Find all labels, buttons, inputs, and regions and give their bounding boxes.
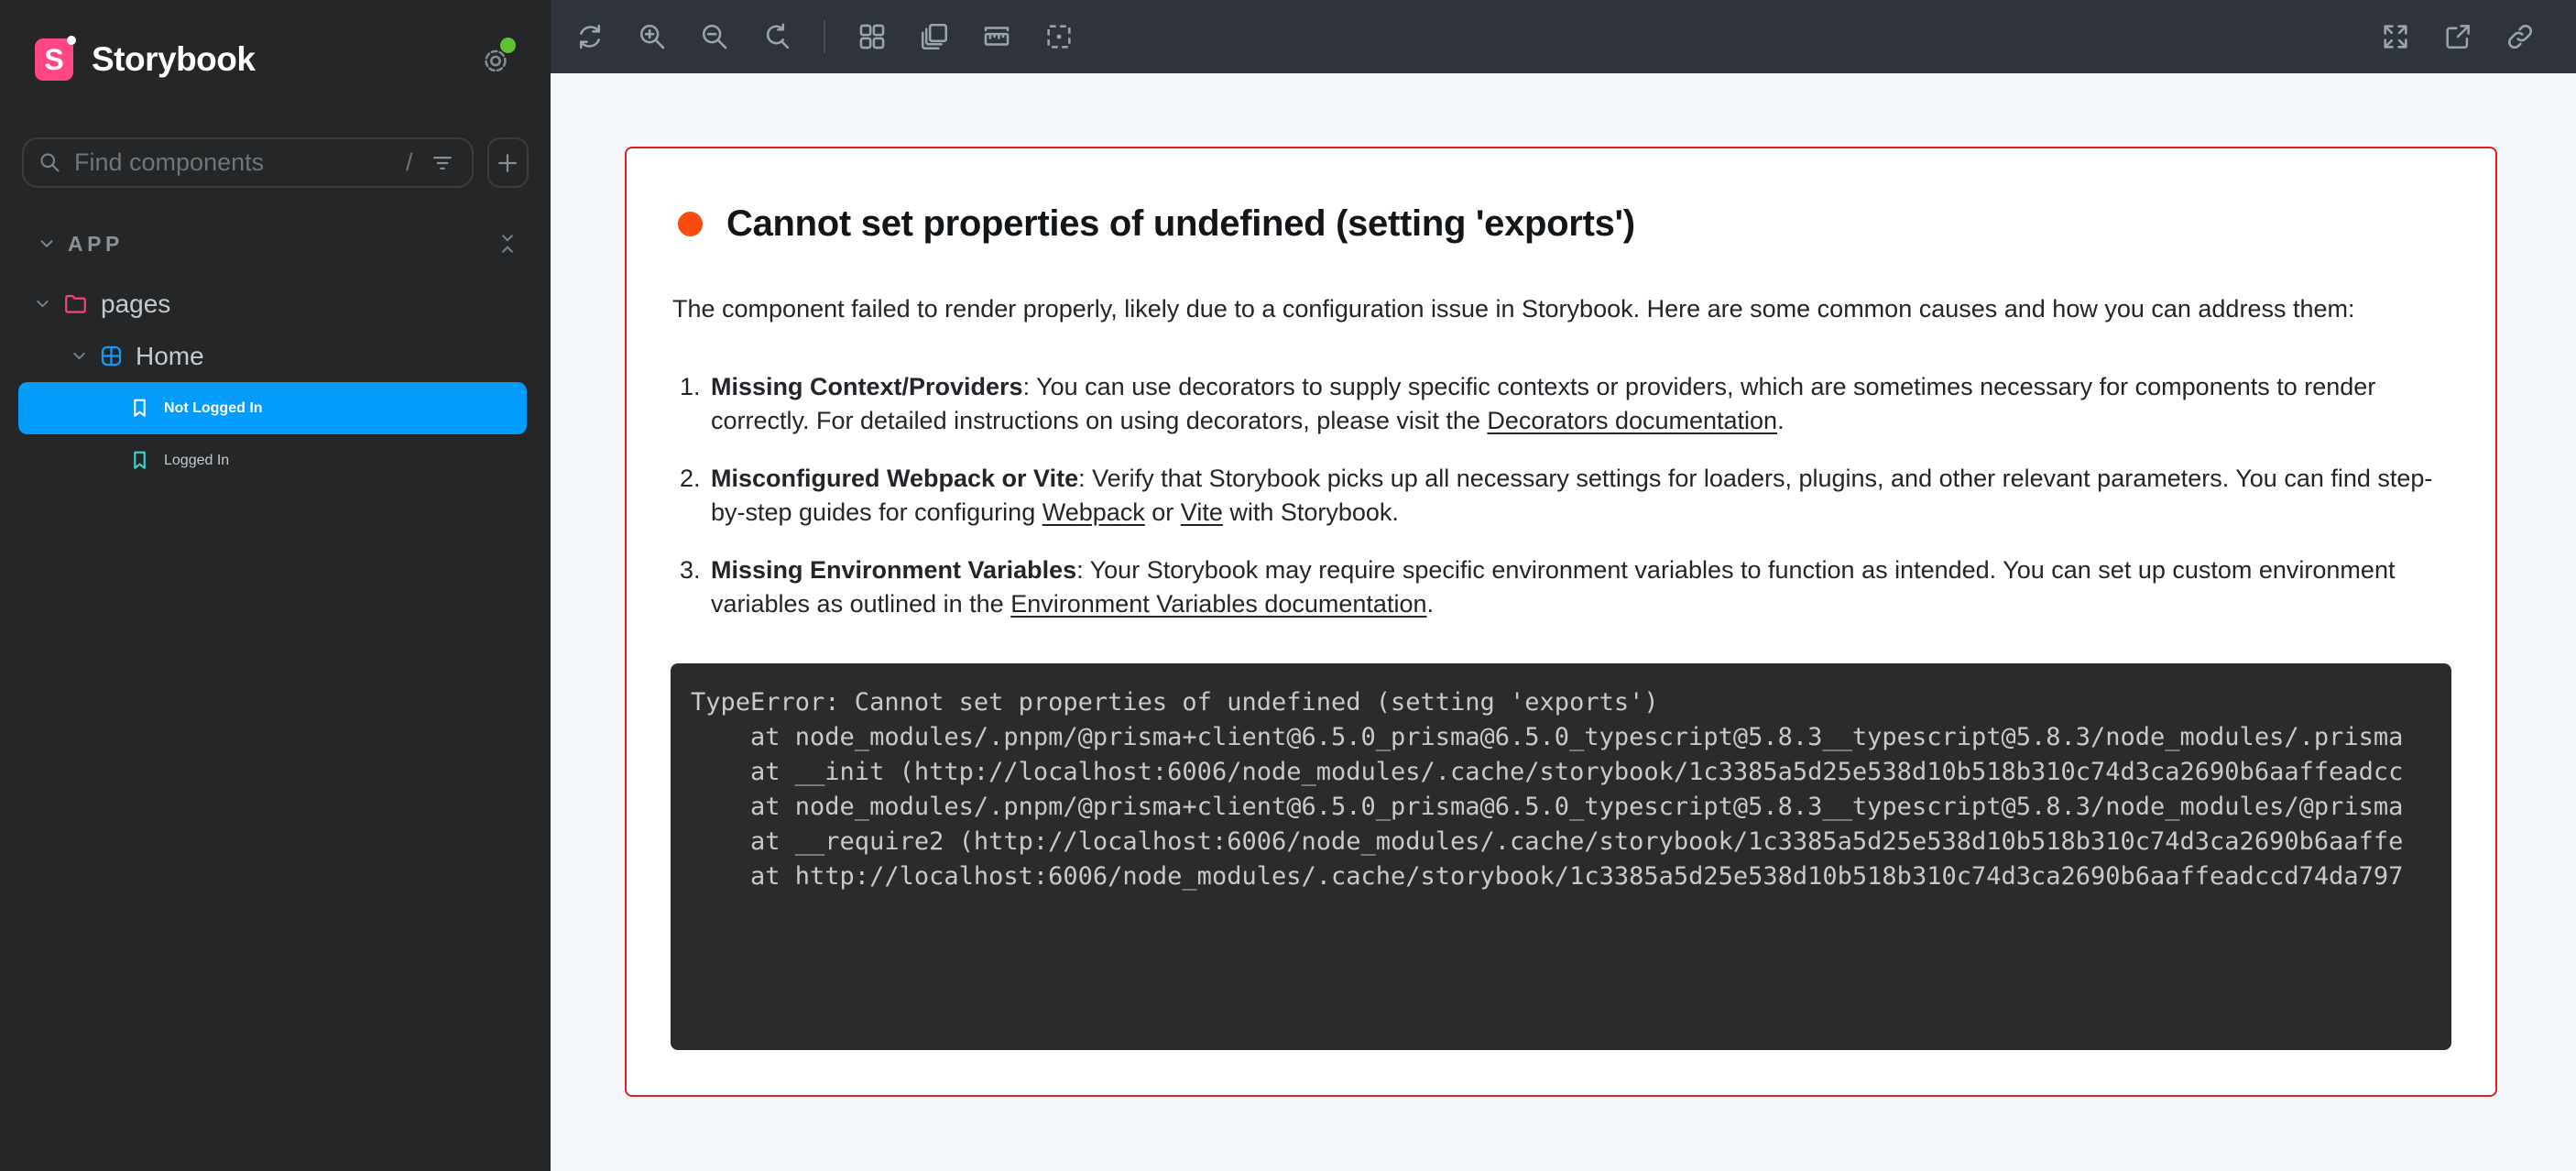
toolbar-left-group — [574, 20, 1075, 53]
collapse-all-icon[interactable] — [496, 230, 519, 257]
chevron-down-icon — [33, 294, 52, 313]
stack-trace: TypeError: Cannot set properties of unde… — [671, 663, 2451, 1050]
doc-link[interactable]: Webpack — [1042, 498, 1145, 526]
cause-item: Missing Environment Variables: Your Stor… — [707, 553, 2451, 621]
chevron-down-icon — [70, 346, 89, 366]
open-new-tab-button[interactable] — [2442, 21, 2473, 52]
bookmark-icon — [128, 449, 151, 472]
open-new-tab-icon — [2442, 21, 2473, 52]
outline-icon — [1043, 21, 1075, 52]
chevron-down-icon — [37, 234, 57, 254]
storybook-logo[interactable]: S Storybook — [35, 38, 255, 81]
measure-button[interactable] — [981, 21, 1012, 52]
tree-item-home[interactable]: Home — [0, 330, 551, 382]
error-intro: The component failed to render properly,… — [672, 292, 2451, 326]
search-icon — [38, 150, 62, 175]
tree-item-label: Home — [136, 342, 204, 371]
cause-lead: Missing Environment Variables — [711, 556, 1076, 584]
causes-list: Missing Context/Providers: You can use d… — [671, 370, 2451, 621]
error-title: Cannot set properties of undefined (sett… — [726, 203, 1635, 245]
doc-link[interactable]: Vite — [1181, 498, 1223, 526]
cause-lead: Missing Context/Providers — [711, 373, 1023, 400]
section-label: APP — [68, 232, 496, 257]
tree-item-logged-in[interactable]: Logged In — [18, 434, 527, 487]
folder-icon — [62, 290, 89, 317]
viewport-button[interactable] — [919, 21, 950, 52]
settings-button[interactable] — [477, 41, 514, 78]
copy-link-icon — [2505, 21, 2536, 52]
toolbar-right-group — [2380, 21, 2536, 52]
copy-link-button[interactable] — [2505, 21, 2536, 52]
remount-icon — [574, 21, 606, 52]
sidebar-header: S Storybook — [0, 0, 551, 81]
viewport-icon — [919, 21, 950, 52]
tree-item-not-logged-in[interactable]: Not Logged In — [18, 382, 527, 434]
update-notification-dot — [500, 38, 516, 53]
backgrounds-button[interactable] — [857, 21, 888, 52]
tree-item-label: Not Logged In — [164, 400, 263, 417]
measure-icon — [981, 21, 1012, 52]
tree-item-label: pages — [101, 290, 170, 319]
fullscreen-button[interactable] — [2380, 21, 2411, 52]
zoom-reset-button[interactable] — [761, 21, 792, 52]
brand-name: Storybook — [92, 40, 255, 79]
component-icon — [99, 344, 124, 368]
section-header-app[interactable]: APP — [37, 230, 519, 257]
sidebar: S Storybook — [0, 0, 551, 1171]
remount-button[interactable] — [574, 21, 606, 52]
shortcut-slash: / — [406, 148, 413, 177]
error-dot-icon — [678, 212, 703, 236]
cause-item: Misconfigured Webpack or Vite: Verify th… — [707, 462, 2451, 530]
toolbar-divider — [824, 20, 825, 53]
cause-item: Missing Context/Providers: You can use d… — [707, 370, 2451, 438]
fullscreen-icon — [2380, 21, 2411, 52]
main-area: Cannot set properties of undefined (sett… — [551, 0, 2576, 1171]
cause-lead: Misconfigured Webpack or Vite — [711, 465, 1078, 492]
preview-canvas: Cannot set properties of undefined (sett… — [551, 73, 2576, 1171]
storybook-logo-icon: S — [35, 38, 73, 81]
zoom-out-button[interactable] — [699, 21, 730, 52]
tree-item-pages[interactable]: pages — [0, 278, 551, 330]
zoom-reset-icon — [761, 21, 792, 52]
backgrounds-icon — [857, 21, 888, 52]
zoom-in-button[interactable] — [637, 21, 668, 52]
create-story-button[interactable] — [487, 137, 529, 188]
search-box[interactable]: / — [22, 137, 474, 188]
error-title-row: Cannot set properties of undefined (sett… — [678, 203, 2451, 245]
search-input[interactable] — [74, 148, 398, 177]
zoom-in-icon — [637, 21, 668, 52]
doc-link[interactable]: Decorators documentation — [1487, 407, 1777, 434]
zoom-out-icon — [699, 21, 730, 52]
story-tree: pages Home Not Logg — [0, 278, 551, 487]
filter-icon[interactable] — [430, 150, 455, 176]
logo-spark-dot — [67, 36, 76, 45]
bookmark-icon — [128, 397, 151, 420]
plus-icon — [495, 150, 520, 176]
doc-link[interactable]: Environment Variables documentation — [1010, 590, 1426, 618]
search-row: / — [22, 137, 529, 188]
tree-item-label: Logged In — [164, 453, 229, 469]
storybook-app: S Storybook — [0, 0, 2576, 1171]
canvas-toolbar — [551, 0, 2576, 73]
error-overlay: Cannot set properties of undefined (sett… — [625, 147, 2497, 1097]
outline-button[interactable] — [1043, 21, 1075, 52]
